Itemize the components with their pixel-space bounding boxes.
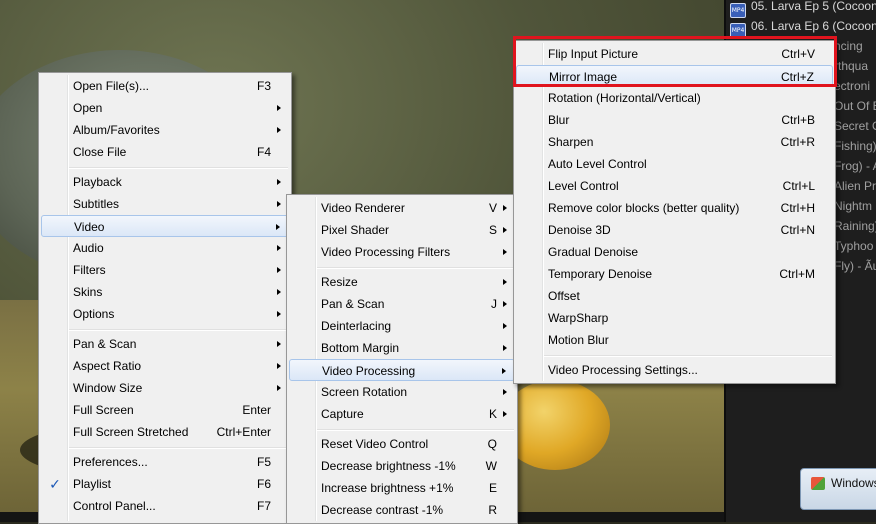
menu-item-bottom-margin[interactable]: Bottom Margin — [289, 337, 515, 359]
menu-item-sharpen[interactable]: Sharpen Ctrl+R — [516, 131, 833, 153]
menu-item-reset-video-control[interactable]: Reset Video Control Q — [289, 433, 515, 455]
submenu-arrow-icon — [503, 249, 507, 255]
playlist-item[interactable]: MP4 05. Larva Ep 5 (Cocoon F — [730, 0, 876, 18]
menu-separator — [69, 167, 288, 169]
menu-item-decrease-contrast[interactable]: Decrease contrast -1% R — [289, 499, 515, 521]
menu-separator — [317, 429, 514, 431]
playlist-item-partial[interactable]: Raining) — [834, 216, 876, 236]
submenu-arrow-icon — [277, 127, 281, 133]
menu-item-blur[interactable]: Blur Ctrl+B — [516, 109, 833, 131]
menu-item-denoise-3d[interactable]: Denoise 3D Ctrl+N — [516, 219, 833, 241]
menu-item-audio[interactable]: Audio — [41, 237, 289, 259]
menu-item-pan-scan[interactable]: Pan & Scan — [41, 333, 289, 355]
menu-item-playlist[interactable]: ✓ Playlist F6 — [41, 473, 289, 495]
menu-item-video-processing-filters[interactable]: Video Processing Filters — [289, 241, 515, 263]
menu-item-video[interactable]: Video — [41, 215, 289, 237]
menu-item-pan-scan[interactable]: Pan & Scan J — [289, 293, 515, 315]
menu-item-close-file[interactable]: Close File F4 — [41, 141, 289, 163]
menu-item-warpsharp[interactable]: WarpSharp — [516, 307, 833, 329]
menu-item-temporary-denoise[interactable]: Temporary Denoise Ctrl+M — [516, 263, 833, 285]
menu-item-preferences[interactable]: Preferences... F5 — [41, 451, 289, 473]
submenu-arrow-icon — [277, 267, 281, 273]
submenu-arrow-icon — [503, 323, 507, 329]
playlist-item-partial[interactable]: Typhoo — [834, 236, 873, 256]
playlist-item-partial[interactable]: Out Of E — [834, 96, 876, 116]
video-submenu: Video Renderer V Pixel Shader S Video Proc… — [286, 194, 518, 524]
submenu-arrow-icon — [503, 279, 507, 285]
menu-item-aspect-ratio[interactable]: Aspect Ratio — [41, 355, 289, 377]
menu-item-auto-level-control[interactable]: Auto Level Control — [516, 153, 833, 175]
menu-item-capture[interactable]: Capture K — [289, 403, 515, 425]
menu-item-remove-color-blocks[interactable]: Remove color blocks (better quality) Ctrl… — [516, 197, 833, 219]
submenu-arrow-icon — [503, 389, 507, 395]
submenu-arrow-icon — [277, 201, 281, 207]
submenu-arrow-icon — [277, 363, 281, 369]
submenu-arrow-icon — [503, 227, 507, 233]
menu-item-motion-blur[interactable]: Motion Blur — [516, 329, 833, 351]
menu-separator — [69, 447, 288, 449]
menu-item-window-size[interactable]: Window Size — [41, 377, 289, 399]
playlist-item-partial[interactable]: Alien Pr — [834, 176, 876, 196]
playlist-item[interactable]: MP4 06. Larva Ep 6 (Cocoon F — [730, 16, 876, 38]
menu-item-open[interactable]: Open — [41, 97, 289, 119]
menu-item-control-panel[interactable]: Control Panel... F7 — [41, 495, 289, 517]
menu-item-decrease-brightness[interactable]: Decrease brightness -1% W — [289, 455, 515, 477]
menu-item-options[interactable]: Options — [41, 303, 289, 325]
menu-separator — [69, 329, 288, 331]
menu-item-video-processing[interactable]: Video Processing — [289, 359, 515, 381]
menu-item-video-renderer[interactable]: Video Renderer V — [289, 197, 515, 219]
submenu-arrow-icon — [277, 311, 281, 317]
playlist-item-partial[interactable]: ectroni — [834, 76, 870, 96]
submenu-arrow-icon — [503, 301, 507, 307]
menu-item-rotation[interactable]: Rotation (Horizontal/Vertical) — [516, 87, 833, 109]
menu-item-full-screen-stretched[interactable]: Full Screen Stretched Ctrl+Enter — [41, 421, 289, 443]
menu-item-deinterlacing[interactable]: Deinterlacing — [289, 315, 515, 337]
playlist-item-partial[interactable]: ncing — [834, 36, 863, 56]
submenu-arrow-icon — [277, 179, 281, 185]
menu-item-open-files[interactable]: Open File(s)... F3 — [41, 75, 289, 97]
playlist-item-partial[interactable]: rthqua — [834, 56, 868, 76]
submenu-arrow-icon — [277, 105, 281, 111]
menu-separator — [544, 355, 832, 357]
submenu-arrow-icon — [503, 345, 507, 351]
checkmark-icon: ✓ — [49, 476, 61, 492]
main-context-menu: Open File(s)... F3 Open Album/Favorites C… — [38, 72, 292, 524]
menu-item-album-favorites[interactable]: Album/Favorites — [41, 119, 289, 141]
submenu-arrow-icon — [277, 385, 281, 391]
menu-item-offset[interactable]: Offset — [516, 285, 833, 307]
menu-item-resize[interactable]: Resize — [289, 271, 515, 293]
playlist-item-partial[interactable]: Frog) - A — [834, 156, 876, 176]
submenu-arrow-icon — [277, 289, 281, 295]
menu-item-increase-brightness[interactable]: Increase brightness +1% E — [289, 477, 515, 499]
taskbar-windows-button[interactable]: Windows — [800, 468, 876, 510]
menu-item-video-processing-settings[interactable]: Video Processing Settings... — [516, 359, 833, 381]
menu-item-playback[interactable]: Playback — [41, 171, 289, 193]
playlist-item-partial[interactable]: Secret O — [834, 116, 876, 136]
highlight-annotation-box — [513, 36, 837, 87]
windows-icon — [811, 477, 825, 490]
menu-item-pixel-shader[interactable]: Pixel Shader S — [289, 219, 515, 241]
submenu-arrow-icon — [503, 411, 507, 417]
menu-item-full-screen[interactable]: Full Screen Enter — [41, 399, 289, 421]
submenu-arrow-icon — [277, 245, 281, 251]
menu-item-screen-rotation[interactable]: Screen Rotation — [289, 381, 515, 403]
submenu-arrow-icon — [277, 341, 281, 347]
submenu-arrow-icon — [503, 205, 507, 211]
menu-item-skins[interactable]: Skins — [41, 281, 289, 303]
menu-item-level-control[interactable]: Level Control Ctrl+L — [516, 175, 833, 197]
video-processing-submenu: Flip Input Picture Ctrl+V Mirror Image Ctr… — [513, 40, 836, 384]
playlist-item-partial[interactable]: Fishing) — [834, 136, 876, 156]
submenu-arrow-icon — [276, 224, 280, 230]
menu-item-gradual-denoise[interactable]: Gradual Denoise — [516, 241, 833, 263]
playlist-item-partial[interactable]: Fly) - Ãu — [834, 256, 876, 276]
submenu-arrow-icon — [502, 368, 506, 374]
playlist-item-partial[interactable]: Nightm — [834, 196, 872, 216]
menu-item-filters[interactable]: Filters — [41, 259, 289, 281]
menu-separator — [317, 267, 514, 269]
menu-item-subtitles[interactable]: Subtitles — [41, 193, 289, 215]
